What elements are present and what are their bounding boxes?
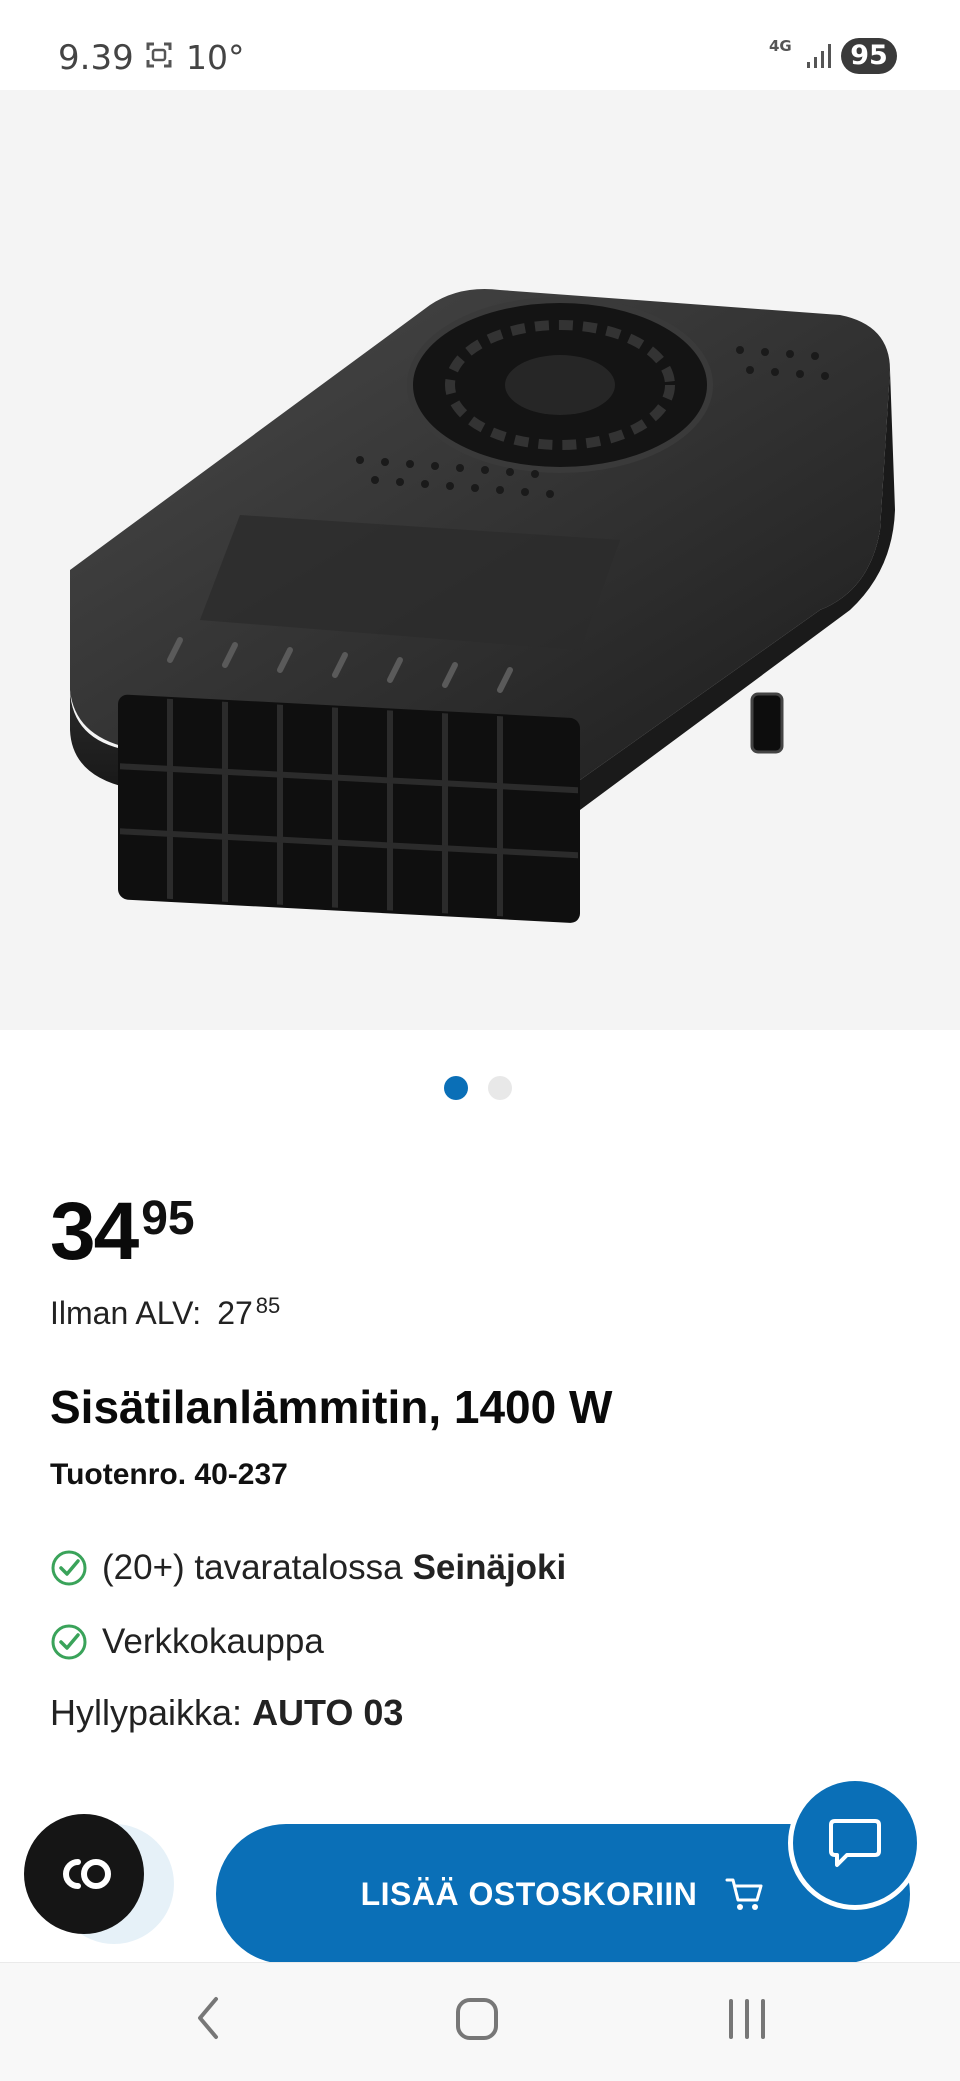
availability-online-text: Verkkokauppa — [102, 1622, 324, 1661]
system-navigation-bar — [0, 1962, 960, 2081]
product-sku: Tuotenro. 40-237 — [50, 1458, 288, 1491]
price-cents: 95 — [141, 1192, 195, 1245]
signal-icon — [807, 44, 831, 68]
chat-button[interactable] — [788, 1776, 922, 1910]
vat-price-cents: 85 — [255, 1293, 281, 1318]
back-icon[interactable] — [192, 1993, 224, 2043]
product-price: 3495 — [50, 1185, 195, 1279]
shelf-location: Hyllypaikka: AUTO 03 — [50, 1692, 403, 1734]
carousel-dot-active[interactable] — [444, 1076, 468, 1100]
status-time: 9.39 — [58, 38, 134, 78]
network-type-icon: 4G — [769, 37, 792, 55]
availability-store-text: (20+) tavaratalossa — [102, 1548, 403, 1587]
screenshot-icon — [146, 42, 172, 68]
price-main: 34 — [50, 1186, 139, 1277]
carousel-dot[interactable] — [488, 1076, 512, 1100]
shelf-label: Hyllypaikka: — [50, 1692, 243, 1733]
availability-store[interactable]: (20+) tavaratalossa Seinäjoki — [50, 1548, 566, 1588]
product-image — [70, 289, 895, 923]
product-image-gallery[interactable] — [0, 90, 960, 1030]
vat-label: Ilman ALV: — [50, 1295, 202, 1331]
availability-store-name[interactable]: Seinäjoki — [413, 1548, 567, 1588]
status-bar: 9.39 10° 4G 95 — [0, 0, 960, 90]
recent-apps-icon[interactable] — [725, 1993, 769, 2043]
availability-online: Verkkokauppa — [50, 1622, 324, 1662]
battery-indicator: 95 — [841, 38, 897, 74]
add-to-cart-label: LISÄÄ OSTOSKORIIN — [360, 1875, 698, 1912]
co-assistant-button[interactable] — [24, 1814, 144, 1934]
shelf-value: AUTO 03 — [252, 1692, 404, 1733]
cart-icon — [725, 1878, 763, 1910]
status-temperature: 10° — [186, 38, 245, 77]
product-title: Sisätilanlämmitin, 1400 W — [50, 1381, 613, 1433]
chat-bubble-icon — [829, 1819, 881, 1867]
co-logo-icon — [63, 1859, 111, 1889]
check-circle-icon — [51, 1550, 87, 1586]
check-circle-icon — [51, 1624, 87, 1660]
price-without-vat: Ilman ALV: 27 85 — [50, 1293, 281, 1332]
home-icon[interactable] — [454, 1993, 500, 2043]
vat-price-main: 27 — [217, 1295, 253, 1331]
